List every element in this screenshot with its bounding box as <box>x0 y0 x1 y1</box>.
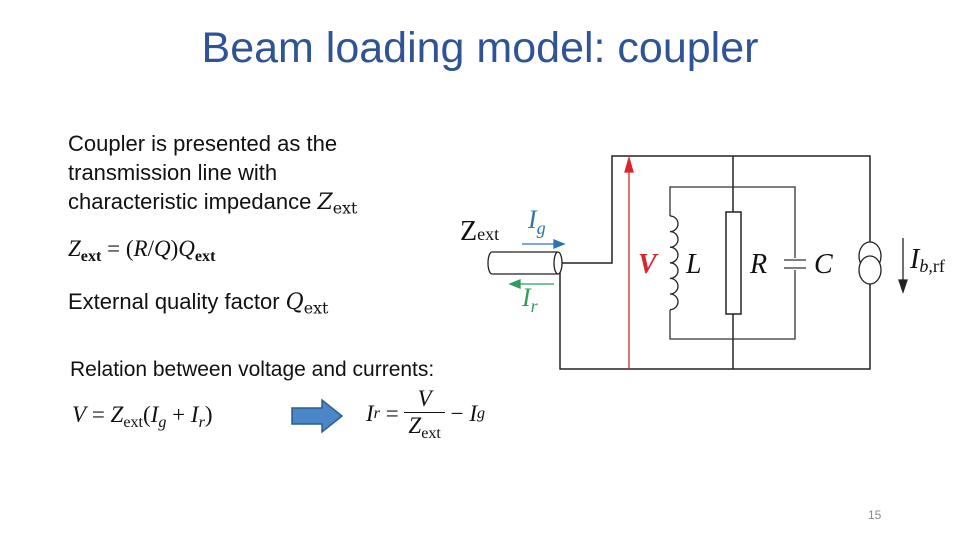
ib-label: Ib,rf <box>909 244 945 276</box>
ir-label: Ir <box>521 283 539 316</box>
beam-current-arrow-icon <box>898 238 908 295</box>
l-label: L <box>685 249 702 280</box>
voltage-arrow-icon <box>624 155 634 369</box>
c-label: C <box>814 249 833 280</box>
capacitor-icon <box>784 259 806 269</box>
ig-label: Ig <box>527 205 546 238</box>
zext-label: Zext <box>460 216 499 247</box>
incident-current-arrow-icon <box>522 239 566 249</box>
current-source-icon <box>858 241 882 285</box>
transmission-line-icon <box>487 251 563 275</box>
circuit-diagram: Zext Ig Ir V L R C Ib,rf <box>460 155 945 370</box>
reflected-current-arrow-icon <box>508 279 554 289</box>
resistor-icon <box>725 211 742 315</box>
v-label: V <box>638 249 659 280</box>
page-number: 15 <box>868 508 882 522</box>
inductor-icon <box>669 215 679 311</box>
r-label: R <box>749 249 767 280</box>
